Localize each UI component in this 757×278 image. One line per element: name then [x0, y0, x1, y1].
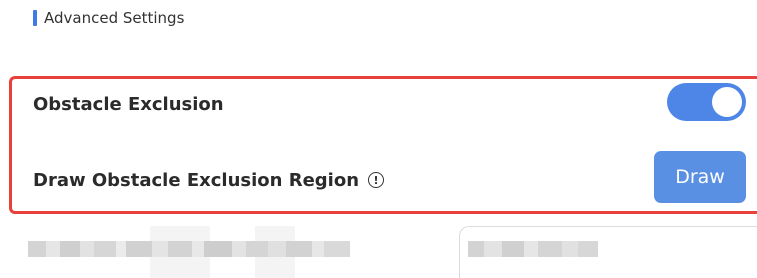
obstacle-exclusion-label: Obstacle Exclusion [33, 93, 224, 115]
advanced-settings-panel: Advanced Settings Obstacle Exclusion Dra… [0, 0, 757, 278]
draw-region-row: Draw Obstacle Exclusion Region ! [33, 167, 385, 193]
blurred-input-value [468, 241, 598, 257]
toggle-knob [712, 87, 742, 117]
info-circle-icon[interactable]: ! [368, 172, 385, 188]
section-title: Advanced Settings [44, 9, 185, 27]
obstacle-exclusion-row: Obstacle Exclusion [33, 91, 224, 117]
blurred-setting-label [28, 241, 350, 257]
obstacle-exclusion-toggle[interactable] [667, 83, 746, 121]
section-header: Advanced Settings [33, 8, 184, 28]
section-accent-bar [33, 10, 37, 26]
draw-button[interactable]: Draw [654, 151, 746, 203]
draw-region-label: Draw Obstacle Exclusion Region [33, 169, 360, 191]
